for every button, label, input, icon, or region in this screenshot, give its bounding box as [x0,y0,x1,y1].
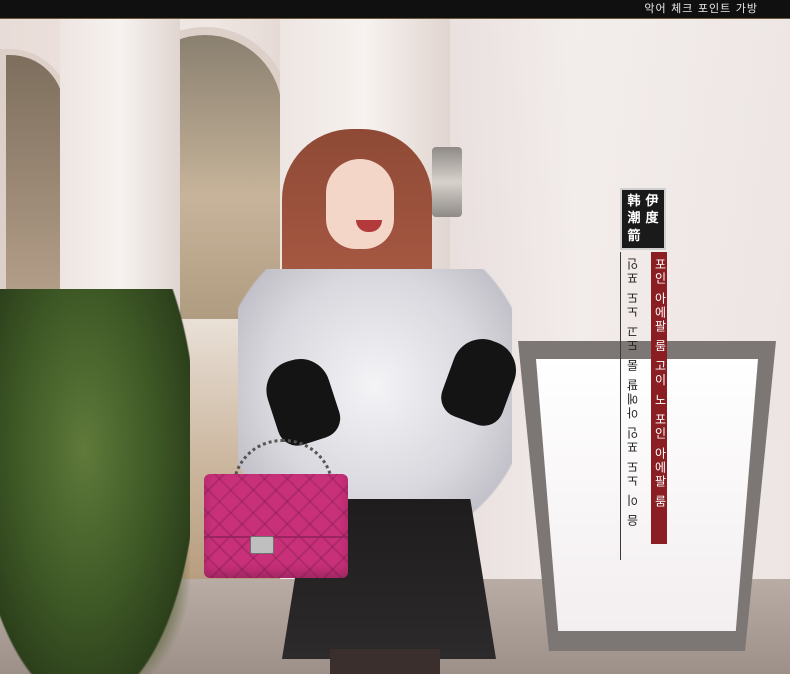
logo-char: 箭 [627,228,641,244]
model-legs [330,649,440,674]
wall-lamp [432,147,462,217]
model-face [326,159,394,249]
product-photo [0,19,790,674]
divider-line [620,252,621,560]
banner-title: 악어 체크 포인트 가방 [644,2,758,15]
logo-char: 伊 [645,194,659,210]
top-banner: 악어 체크 포인트 가방 [0,0,790,19]
vertical-caption: 음 이 노도 포인 아에팔 룸 도고 노도 포인 [626,256,640,527]
brand-logo: 韩 伊 潮 度 箭 [620,188,666,250]
bag-flap [204,474,348,538]
sign-board [536,359,758,631]
logo-char: 度 [645,211,659,227]
logo-char: 韩 [627,194,641,210]
bag-turnlock [250,536,274,554]
logo-char: 潮 [627,211,641,227]
vertical-caption-red: 포인 아에팔 룸 고이 노 포인 아에팔 룸 [653,258,667,509]
tree [0,289,190,674]
